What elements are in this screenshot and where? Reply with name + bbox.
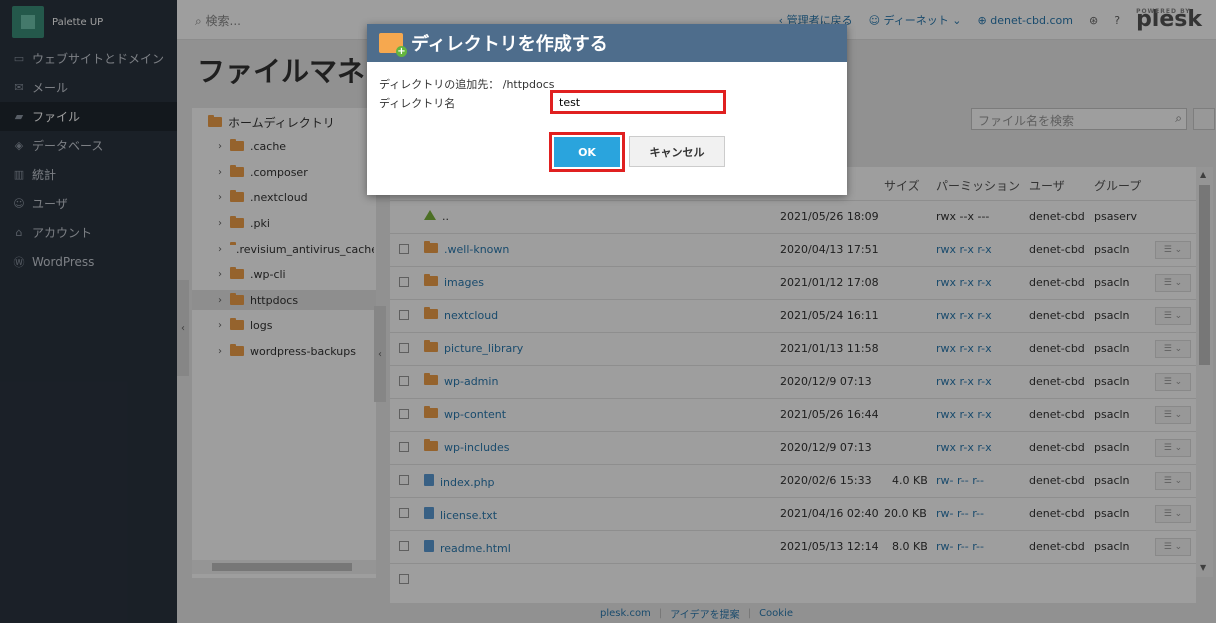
destination-row: ディレクトリの追加先： /httpdocs [379, 76, 555, 92]
destination-path: /httpdocs [502, 78, 555, 91]
create-directory-dialog: ディレクトリを作成する ディレクトリの追加先： /httpdocs ディレクトリ… [367, 24, 847, 195]
ok-button-highlight: OK [549, 132, 625, 172]
dialog-header: ディレクトリを作成する [367, 24, 847, 62]
dialog-title: ディレクトリを作成する [411, 34, 608, 55]
directory-name-input[interactable] [550, 90, 726, 114]
directory-name-label: ディレクトリ名 [379, 97, 456, 110]
cancel-button[interactable]: キャンセル [629, 136, 725, 167]
destination-label: ディレクトリの追加先： [379, 78, 500, 91]
add-folder-icon [379, 33, 407, 57]
ok-button[interactable]: OK [554, 137, 620, 167]
